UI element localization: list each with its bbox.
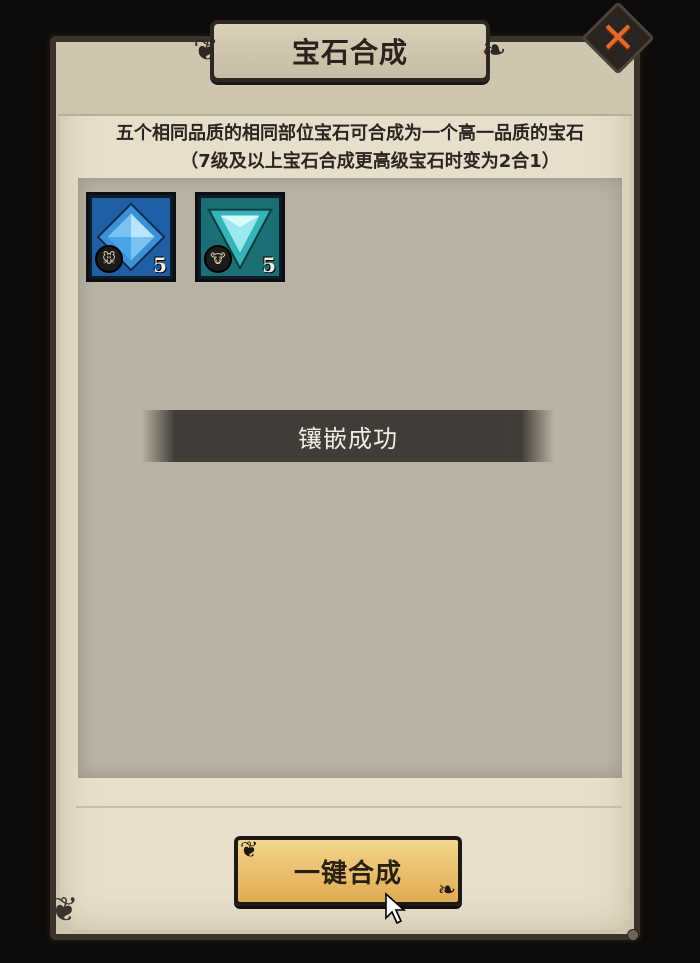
scroll-ornament-icon: ❧ <box>481 33 507 68</box>
mouse-cursor-icon <box>385 892 407 925</box>
gem-level: 5 <box>153 253 167 277</box>
title-plaque: ❦ 宝石合成 ❧ <box>193 20 507 82</box>
corner-ornament-icon: ❦ <box>50 890 79 930</box>
description-note: （7级及以上宝石合成更高级宝石时变为2合1） <box>180 151 560 172</box>
gem-level: 5 <box>262 253 276 277</box>
merge-button-label: 一键合成 <box>293 858 402 889</box>
close-icon: ✕ <box>600 13 636 62</box>
description-line: 五个相同品质的相同部位宝石可合成为一个高一品质的宝石 <box>116 123 584 144</box>
scroll-ornament-icon: ❦ <box>240 838 259 863</box>
corner-rivet-icon <box>627 929 639 941</box>
one-click-merge-button[interactable]: ❦ 一键合成 ❧ <box>234 836 462 906</box>
scroll-ornament-icon: ❧ <box>437 878 456 903</box>
gem-slot[interactable]: 🐮 5 <box>195 192 285 282</box>
ox-icon: 🐮 <box>204 245 232 273</box>
close-button[interactable]: ✕ <box>581 1 655 75</box>
merge-description: 五个相同品质的相同部位宝石可合成为一个高一品质的宝石 （7级及以上宝石合成更高级… <box>70 120 630 176</box>
rat-icon: 🐭 <box>95 245 123 273</box>
background-window-edge <box>320 0 380 8</box>
page-title: 宝石合成 <box>291 36 408 69</box>
gem-inventory-grid: 🐭 5 🐮 5 <box>78 178 622 778</box>
toast-message: 镶嵌成功 <box>298 424 398 453</box>
divider <box>76 806 622 808</box>
gem-slot[interactable]: 🐭 5 <box>86 192 176 282</box>
toast-notification: 镶嵌成功 <box>142 410 554 462</box>
scroll-ornament-icon: ❦ <box>193 33 219 68</box>
